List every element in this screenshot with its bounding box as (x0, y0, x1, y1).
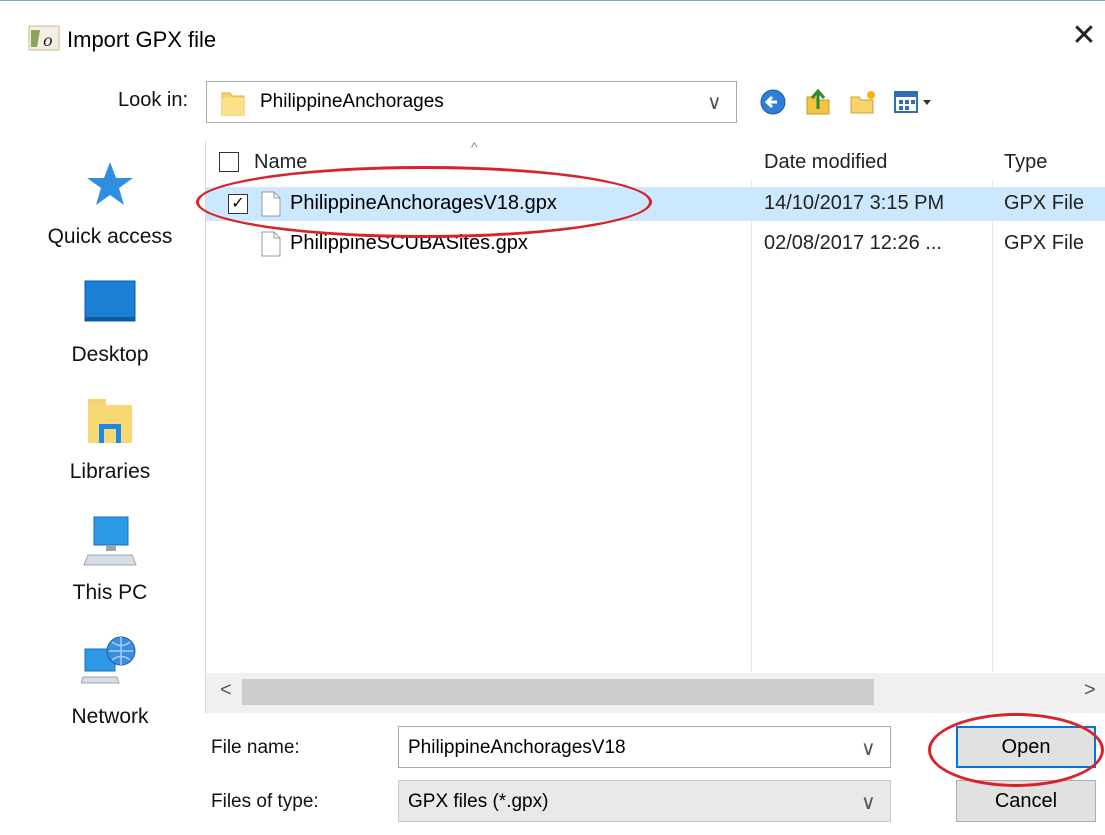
files-of-type-label: Files of type: (211, 791, 319, 812)
sort-ascending-icon: ^ (471, 141, 478, 155)
file-type: GPX File (1004, 232, 1085, 254)
place-label: Libraries (69, 460, 151, 483)
place-libraries[interactable]: Libraries (30, 396, 190, 506)
cancel-button[interactable]: Cancel (956, 780, 1096, 822)
open-button[interactable]: Open (956, 726, 1096, 768)
files-of-type-value: GPX files (*.gpx) (408, 791, 549, 812)
look-in-dropdown[interactable]: PhilippineAnchorages ∨ (206, 81, 737, 123)
view-menu-icon[interactable] (893, 87, 935, 117)
this-pc-icon (83, 516, 137, 566)
column-name[interactable]: Name (254, 151, 307, 174)
scroll-left-icon[interactable]: < (220, 679, 232, 702)
file-icon (261, 231, 281, 257)
title-bar: o Import GPX file ✕ (0, 1, 1105, 71)
file-icon (261, 191, 281, 217)
place-this-pc[interactable]: This PC (30, 513, 190, 623)
close-button[interactable]: ✕ (1066, 19, 1102, 55)
column-type[interactable]: Type (1004, 151, 1047, 174)
file-name-label: File name: (211, 737, 300, 758)
files-of-type-dropdown[interactable]: GPX files (*.gpx) ∨ (398, 780, 891, 822)
places-bar: Quick access Desktop Libraries This PC N… (30, 141, 200, 741)
back-icon[interactable] (758, 87, 788, 117)
list-header: Name ^ Date modified Type (206, 141, 1105, 185)
folder-icon (221, 92, 245, 116)
look-in-value: PhilippineAnchorages (260, 91, 444, 112)
file-checkbox[interactable]: ✓ (228, 194, 248, 214)
place-label: Quick access (47, 225, 173, 248)
look-in-label: Look in: (118, 89, 189, 111)
place-desktop[interactable]: Desktop (30, 279, 190, 389)
scroll-thumb[interactable] (242, 679, 874, 705)
place-label: Network (71, 705, 149, 728)
scroll-right-icon[interactable]: > (1084, 679, 1096, 702)
chevron-down-icon: ∨ (707, 92, 722, 114)
desktop-icon (84, 280, 136, 322)
app-logo-icon: o (28, 25, 60, 51)
quick-access-star-icon (87, 162, 133, 205)
file-name: PhilippineSCUBASites.gpx (290, 232, 528, 254)
select-all-checkbox[interactable] (219, 152, 239, 172)
up-folder-icon[interactable] (803, 87, 833, 117)
svg-text:o: o (43, 31, 53, 50)
place-network[interactable]: Network (30, 635, 190, 745)
window-title: Import GPX file (67, 27, 217, 52)
file-name-value: PhilippineAnchoragesV18 (408, 737, 626, 758)
file-date: 14/10/2017 3:15 PM (764, 192, 945, 214)
place-label: This PC (72, 581, 148, 604)
import-gpx-dialog: o Import GPX file ✕ Look in: PhilippineA… (0, 0, 1105, 835)
chevron-down-icon[interactable]: ∨ (861, 736, 876, 761)
file-row[interactable]: PhilippineSCUBASites.gpx 02/08/2017 12:2… (206, 227, 1105, 261)
column-date-modified[interactable]: Date modified (764, 151, 887, 174)
horizontal-scrollbar[interactable]: < > (206, 673, 1105, 713)
chevron-down-icon: ∨ (861, 792, 876, 814)
network-icon (81, 636, 136, 684)
place-quick-access[interactable]: Quick access (30, 159, 190, 269)
file-list[interactable]: Name ^ Date modified Type ✓ PhilippineAn… (205, 141, 1105, 713)
file-row[interactable]: ✓ PhilippineAnchoragesV18.gpx 14/10/2017… (206, 187, 1105, 221)
file-date: 02/08/2017 12:26 ... (764, 232, 942, 254)
place-label: Desktop (71, 343, 149, 366)
file-type: GPX File (1004, 192, 1085, 214)
file-name: PhilippineAnchoragesV18.gpx (290, 192, 557, 214)
file-name-field[interactable]: PhilippineAnchoragesV18 ∨ (398, 726, 891, 768)
libraries-icon (88, 399, 132, 443)
new-folder-icon[interactable] (848, 87, 878, 117)
